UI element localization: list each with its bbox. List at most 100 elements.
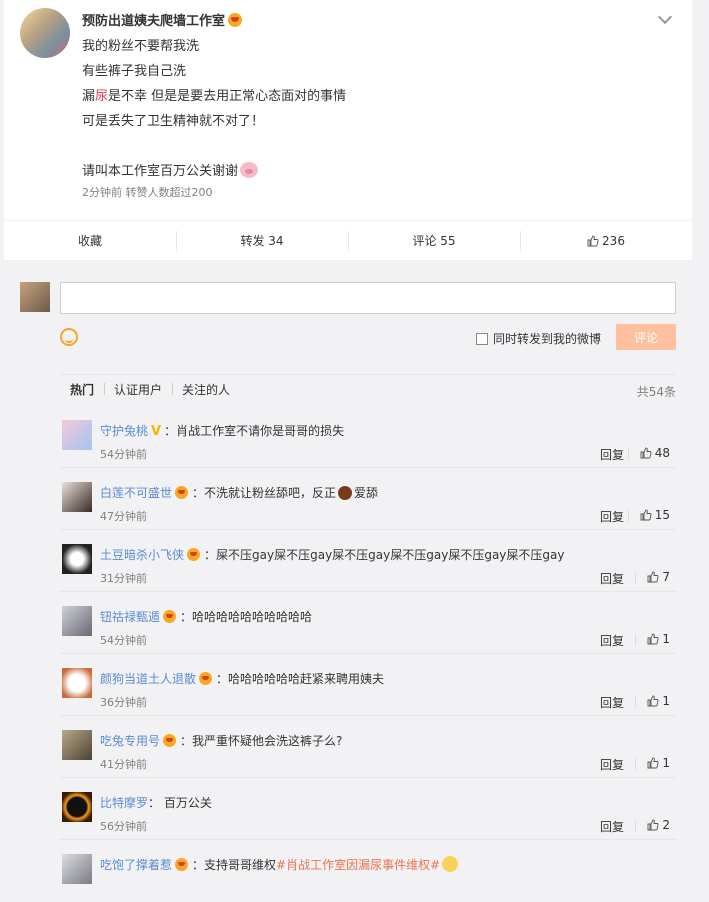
- comment-time: 54分钟前: [100, 634, 147, 647]
- comment-time: 36分钟前: [100, 696, 147, 709]
- pig-emoji-icon: [240, 162, 259, 178]
- comment-label: 评论 55: [412, 234, 456, 248]
- commenter-name[interactable]: 钮祜禄甄遁: [100, 610, 160, 624]
- comment-button[interactable]: 评论 55: [348, 221, 520, 260]
- author-name[interactable]: 预防出道姨夫爬墙工作室: [82, 10, 243, 29]
- colon: ：: [180, 734, 193, 748]
- reply-button[interactable]: 回复: [600, 570, 624, 587]
- comment-text: 钮祜禄甄遁 ：哈哈哈哈哈哈哈哈哈哈: [100, 608, 312, 625]
- comment-like-count: 2: [662, 818, 670, 832]
- commenter-name[interactable]: 吃兔专用号: [100, 734, 160, 748]
- post-text: 请叫本工作室百万公关谢谢: [82, 164, 239, 179]
- commenter-name[interactable]: 土豆暗杀小飞侠: [100, 548, 184, 562]
- comment-like-button[interactable]: 1: [635, 694, 670, 708]
- post-line: 可是丢失了卫生精神就不对了！: [82, 114, 265, 129]
- thumbs-up-icon: [640, 447, 652, 459]
- checkbox-icon[interactable]: [476, 332, 488, 345]
- avatar[interactable]: [62, 792, 92, 822]
- comment-item: 钮祜禄甄遁 ：哈哈哈哈哈哈哈哈哈哈 54分钟前 回复 1: [60, 592, 676, 654]
- submit-comment-button[interactable]: 评论: [616, 324, 676, 350]
- colon: ：: [216, 672, 229, 686]
- tab-hot[interactable]: 热门: [60, 381, 104, 398]
- comment-body: 爱舔: [354, 486, 379, 500]
- author-name-text[interactable]: 预防出道姨夫爬墙工作室: [82, 14, 225, 29]
- tab-verified[interactable]: 认证用户: [104, 381, 172, 398]
- post-line: 请叫本工作室百万公关谢谢: [82, 159, 346, 184]
- forward-label: 同时转发到我的微博: [493, 332, 602, 346]
- tab-following[interactable]: 关注的人: [172, 381, 240, 398]
- post-card: 预防出道姨夫爬墙工作室 我的粉丝不要帮我洗 有些裤子我自己洗 漏尿是不幸 但是是…: [4, 0, 692, 260]
- comment-text: 吃饱了撑着惹 ：支持哥哥维权#肖战工作室因漏尿事件维权#: [100, 856, 459, 873]
- comment-item: 比特摩罗： 百万公关 56分钟前 回复 2: [60, 778, 676, 840]
- avatar[interactable]: [62, 420, 92, 450]
- comment-like-button[interactable]: 1: [635, 632, 670, 646]
- comment-like-button[interactable]: 1: [635, 756, 670, 770]
- repost-label: 转发 34: [240, 234, 284, 248]
- forward-checkbox[interactable]: 同时转发到我的微博: [476, 330, 601, 347]
- post-line: 有些裤子我自己洗: [82, 64, 187, 79]
- favorite-button[interactable]: 收藏: [4, 221, 176, 260]
- commenter-name[interactable]: 吃饱了撑着惹: [100, 858, 172, 872]
- colon: ：: [192, 858, 205, 872]
- comment-body: 肖战工作室不请你是哥哥的损失: [176, 424, 345, 438]
- comment-text: 吃兔专用号 ：我严重怀疑他会洗这裤子么?: [100, 732, 342, 749]
- thumbs-up-icon: [647, 695, 659, 707]
- emoji-smile-icon[interactable]: [60, 328, 78, 346]
- reply-button[interactable]: 回复: [600, 756, 624, 773]
- vip-crown-icon: [163, 734, 177, 747]
- comment-body: 支持哥哥维权: [204, 858, 277, 872]
- reply-button[interactable]: 回复: [600, 446, 624, 463]
- chevron-down-icon[interactable]: [657, 9, 673, 25]
- comment-body: 百万公关: [163, 796, 212, 810]
- vip-crown-icon: [163, 610, 177, 623]
- author-avatar[interactable]: [20, 8, 70, 58]
- reply-button[interactable]: 回复: [600, 818, 624, 835]
- comment-body: 哈哈哈哈哈哈赶紧来聘用姨夫: [228, 672, 385, 686]
- commenter-name[interactable]: 比特摩罗: [100, 796, 148, 810]
- post-meta: 2分钟前 转赞人数超过200: [82, 186, 213, 199]
- comment-body: 哈哈哈哈哈哈哈哈哈哈: [192, 610, 313, 624]
- comment-list: 守护兔桃 V ：肖战工作室不请你是哥哥的损失 54分钟前 回复 48 白莲不可盛世：…: [60, 406, 676, 902]
- reply-button[interactable]: 回复: [600, 508, 624, 525]
- comment-like-count: 48: [654, 446, 670, 460]
- reply-button[interactable]: 回复: [600, 632, 624, 649]
- avatar[interactable]: [62, 606, 92, 636]
- comment-text: 比特摩罗： 百万公关: [100, 794, 212, 811]
- comment-input[interactable]: [60, 282, 676, 314]
- comment-time: 54分钟前: [100, 448, 147, 461]
- commenter-name[interactable]: 守护兔桃: [100, 424, 148, 438]
- comment-like-button[interactable]: 7: [635, 570, 670, 584]
- avatar[interactable]: [62, 854, 92, 884]
- vip-crown-icon: [175, 486, 189, 499]
- reply-button[interactable]: 回复: [600, 694, 624, 711]
- comment-item: 土豆暗杀小飞侠 ：屎不压gay屎不压gay屎不压gay屎不压gay屎不压gay屎不…: [60, 530, 676, 592]
- vip-crown-icon: [187, 548, 201, 561]
- comment-like-count: 1: [662, 632, 670, 646]
- commenter-name[interactable]: 颜狗当道土人退散: [100, 672, 196, 686]
- comment-time: 47分钟前: [100, 510, 147, 523]
- hashtag-link[interactable]: #肖战工作室因漏尿事件维权#: [276, 858, 440, 872]
- thumbs-up-icon: [587, 235, 599, 246]
- comment-item: 白莲不可盛世 ：不洗就让粉丝舔吧，反正 爱舔 47分钟前 回复 15: [60, 468, 676, 530]
- verified-v-icon: V: [151, 424, 162, 439]
- like-button[interactable]: 236: [520, 221, 692, 260]
- thumbs-up-icon: [640, 509, 652, 521]
- comment-tabs: 热门 认证用户 关注的人 共54条: [60, 374, 676, 404]
- comment-text: 白莲不可盛世 ：不洗就让粉丝舔吧，反正 爱舔: [100, 484, 378, 501]
- post-content: 我的粉丝不要帮我洗 有些裤子我自己洗 漏尿是不幸 但是是要去用正常心态面对的事情…: [82, 34, 346, 184]
- comment-like-button[interactable]: 2: [635, 818, 670, 832]
- thumbs-up-icon: [647, 819, 659, 831]
- comment-like-button[interactable]: 48: [627, 446, 670, 460]
- repost-button[interactable]: 转发 34: [176, 221, 348, 260]
- avatar[interactable]: [62, 668, 92, 698]
- comment-like-button[interactable]: 15: [627, 508, 670, 522]
- comment-time: 56分钟前: [100, 820, 147, 833]
- ok-hand-emoji-icon: [442, 856, 459, 872]
- like-count: 236: [602, 233, 625, 248]
- commenter-name[interactable]: 白莲不可盛世: [100, 486, 172, 500]
- avatar[interactable]: [62, 730, 92, 760]
- avatar[interactable]: [62, 544, 92, 574]
- my-avatar: [20, 282, 50, 312]
- avatar[interactable]: [62, 482, 92, 512]
